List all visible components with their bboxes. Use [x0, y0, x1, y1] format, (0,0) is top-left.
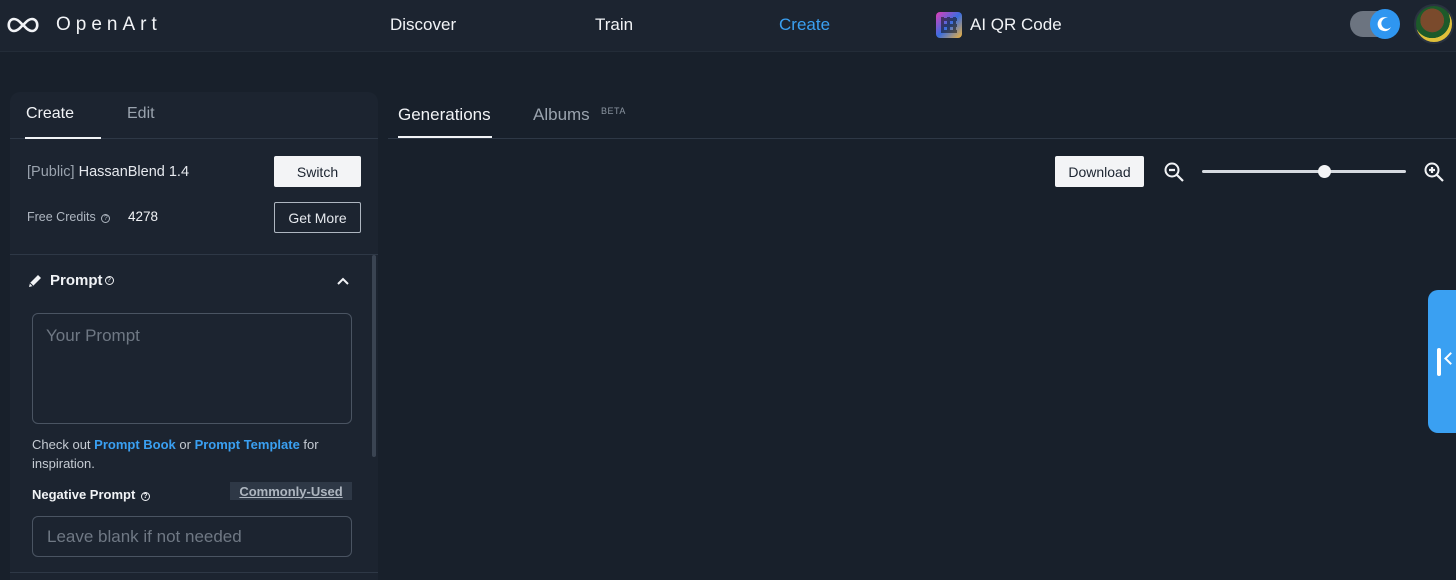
chevron-up-icon[interactable] — [335, 273, 351, 289]
zoom-out-icon[interactable] — [1163, 161, 1185, 183]
pencil-icon — [29, 274, 41, 287]
dark-mode-toggle[interactable] — [1350, 9, 1400, 39]
download-button[interactable]: Download — [1055, 156, 1144, 187]
tab-create[interactable]: Create — [26, 105, 74, 123]
nav-create[interactable]: Create — [779, 15, 830, 35]
credits-value: 4278 — [128, 209, 159, 224]
info-icon[interactable]: ? — [101, 214, 111, 223]
gen-image-13[interactable] — [928, 324, 1050, 444]
prompt-book-link[interactable]: Prompt Book — [94, 437, 176, 452]
zoom-slider-thumb[interactable] — [1318, 165, 1332, 178]
divider — [10, 572, 378, 573]
model-title: HassanBlend 1.4 — [78, 164, 190, 180]
credits-label: Free Credits ? — [27, 210, 111, 224]
commonly-used-button[interactable]: Commonly-Used — [230, 482, 352, 500]
nav-train[interactable]: Train — [595, 15, 633, 35]
credits-label-text: Free Credits — [27, 210, 96, 224]
get-more-credits-button[interactable]: Get More — [274, 202, 361, 233]
panel-scrollbar[interactable] — [372, 255, 376, 457]
brand-name: OpenArt — [56, 14, 162, 35]
prompt-input[interactable]: Your Prompt — [32, 313, 352, 424]
brand-logo[interactable]: OpenArt — [4, 12, 162, 38]
gen-image-14[interactable] — [1061, 324, 1183, 444]
gen-image-23[interactable] — [1193, 452, 1315, 572]
gen-image-7[interactable] — [1193, 195, 1315, 315]
infinity-logo-icon — [7, 17, 39, 33]
gen-image-17[interactable] — [398, 452, 520, 572]
tab-generations[interactable]: Generations — [398, 105, 491, 125]
gen-image-12[interactable] — [796, 324, 918, 444]
gen-image-20[interactable] — [796, 452, 918, 572]
zoom-in-icon[interactable] — [1423, 161, 1445, 183]
gen-image-2[interactable] — [531, 195, 653, 315]
negative-prompt-title: Negative Prompt ? — [32, 487, 150, 502]
divider — [388, 138, 1456, 139]
nav-ai-qr-code[interactable]: AI QR Code — [936, 12, 1062, 38]
negative-prompt-label: Negative Prompt — [32, 487, 136, 502]
gen-image-10[interactable] — [531, 324, 653, 444]
qr-code-icon — [936, 12, 962, 38]
moon-icon — [1370, 9, 1400, 39]
prompt-info-icon[interactable]: ? — [104, 276, 114, 285]
prompt-title: Prompt — [50, 272, 103, 289]
gen-image-18[interactable] — [531, 452, 653, 572]
model-name: [Public] HassanBlend 1.4 — [27, 164, 189, 180]
prompt-hint: Check out Prompt Book or Prompt Template… — [32, 435, 362, 473]
handle-bar — [1437, 348, 1441, 376]
divider — [10, 254, 378, 255]
model-visibility: [Public] — [27, 164, 75, 180]
beta-badge: BETA — [601, 106, 626, 116]
gen-image-19[interactable] — [663, 452, 785, 572]
gen-image-15[interactable] — [1193, 324, 1315, 444]
prompt-template-link[interactable]: Prompt Template — [195, 437, 300, 452]
gen-image-22[interactable] — [1061, 452, 1183, 572]
negative-prompt-input[interactable]: Leave blank if not needed — [32, 516, 352, 557]
chevron-left-icon — [1444, 352, 1456, 365]
gen-image-9[interactable] — [398, 324, 520, 444]
gen-image-1[interactable] — [398, 195, 520, 315]
collapse-panel-handle[interactable] — [1428, 290, 1456, 433]
zoom-slider[interactable] — [1202, 165, 1406, 178]
hint-text-mid: or — [175, 437, 195, 452]
tab-albums[interactable]: Albums — [533, 105, 590, 125]
gen-image-21[interactable] — [928, 452, 1050, 572]
gen-image-6[interactable] — [1061, 195, 1183, 315]
prompt-section-header: Prompt ? — [27, 272, 114, 289]
nav-ai-qr-code-label: AI QR Code — [970, 15, 1062, 34]
gen-image-5[interactable] — [928, 195, 1050, 315]
top-navigation: OpenArt Discover Train Create AI QR Code — [0, 0, 1456, 52]
gen-image-11[interactable] — [663, 324, 785, 444]
negative-info-icon[interactable]: ? — [140, 492, 150, 501]
gen-image-24[interactable] — [1326, 452, 1448, 572]
nav-discover[interactable]: Discover — [390, 15, 456, 35]
user-avatar[interactable] — [1414, 4, 1454, 44]
create-edit-tabs: Create Edit — [10, 92, 378, 139]
hint-text-pre: Check out — [32, 437, 95, 452]
tab-edit[interactable]: Edit — [127, 105, 155, 123]
gen-image-4[interactable] — [796, 195, 918, 315]
create-panel: Create Edit [Public] HassanBlend 1.4 Swi… — [10, 92, 378, 580]
active-tab-indicator — [25, 137, 101, 139]
gen-image-3[interactable] — [663, 195, 785, 315]
switch-model-button[interactable]: Switch — [274, 156, 361, 187]
generations-grid — [398, 195, 1448, 580]
